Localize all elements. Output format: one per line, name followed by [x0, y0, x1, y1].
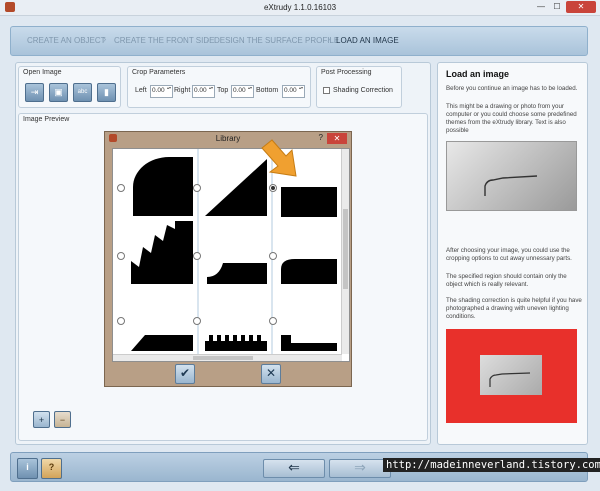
shape-sawtooth[interactable] — [127, 221, 195, 285]
library-radio-4[interactable] — [117, 252, 125, 260]
library-help-button[interactable]: ? — [319, 133, 323, 142]
window-titlebar: eXtrudy 1.1.0.16103 — ☐ ✕ — [0, 0, 600, 16]
open-image-button[interactable]: ▣ — [49, 83, 68, 102]
window-title: eXtrudy 1.1.0.16103 — [263, 3, 337, 12]
minimize-button[interactable]: — — [534, 1, 548, 13]
scroll-thumb[interactable] — [193, 356, 253, 360]
text-abc-icon: abc — [77, 89, 88, 95]
scroll-thumb[interactable] — [343, 209, 348, 289]
library-radio-6[interactable] — [269, 252, 277, 260]
shading-correction-label: Shading Correction — [333, 87, 393, 94]
help-text-3: After choosing your image, you could use… — [446, 247, 572, 262]
library-radio-7[interactable] — [117, 317, 125, 325]
maximize-button[interactable]: ☐ — [550, 1, 564, 13]
shape-quarter-circle[interactable] — [127, 153, 195, 217]
post-processing-title: Post Processing — [321, 69, 372, 76]
step-design-surface-profile[interactable]: DESIGN THE SURFACE PROFILE — [214, 36, 339, 45]
help-text-2: This might be a drawing or photo from yo… — [446, 103, 577, 134]
library-close-button[interactable]: ✕ — [327, 133, 347, 144]
library-button[interactable]: ▮ — [97, 83, 116, 102]
crop-right-label: Right — [174, 87, 191, 94]
step-load-image[interactable]: LOAD AN IMAGE — [336, 36, 399, 45]
library-radio-8[interactable] — [193, 317, 201, 325]
open-image-group: Open Image ⇥ ▣ abc ▮ — [18, 66, 121, 108]
crop-title: Crop Parameters — [132, 69, 186, 76]
help-button[interactable]: ? — [41, 458, 62, 479]
help-text-1: Before you continue an image has to be l… — [446, 85, 578, 92]
crop-bottom-label: Bottom — [256, 87, 279, 94]
text-button[interactable]: abc — [73, 83, 92, 102]
library-dialog: Library ? ✕ ✔ ✕ — [104, 131, 352, 387]
shape-fillet-low[interactable] — [203, 221, 269, 285]
help-title: Load an image — [446, 69, 510, 79]
library-grid — [112, 148, 350, 362]
cropped-region — [480, 355, 542, 395]
help-example-cropped — [446, 329, 577, 423]
library-title: Library — [215, 134, 241, 143]
library-radio-9[interactable] — [269, 317, 277, 325]
crop-parameters-group: Crop Parameters Left 0.00 Right 0.00 Top… — [127, 66, 311, 108]
step-create-front-side[interactable]: CREATE THE FRONT SIDE — [114, 36, 214, 45]
arrow-right-icon: ⇒ — [354, 459, 366, 475]
next-button[interactable]: ⇒ — [329, 459, 391, 478]
crop-right-input[interactable]: 0.00 — [192, 85, 215, 98]
library-ok-button[interactable]: ✔ — [175, 364, 195, 384]
crop-top-label: Top — [217, 87, 229, 94]
close-window-button[interactable]: ✕ — [566, 1, 596, 13]
crop-bottom-input[interactable]: 0.00 — [282, 85, 305, 98]
library-radio-1[interactable] — [117, 184, 125, 192]
shape-rounded-corner[interactable] — [279, 221, 339, 285]
shape-step[interactable] — [279, 291, 339, 353]
help-text-5: The shading correction is quite helpful … — [446, 297, 582, 320]
zoom-out-button[interactable]: − — [54, 411, 71, 428]
watermark-url: http://madeinneverland.tistory.com — [383, 458, 600, 472]
info-icon: i — [26, 462, 29, 472]
crop-left-input[interactable]: 0.00 — [150, 85, 173, 98]
library-radio-5[interactable] — [193, 252, 201, 260]
info-button[interactable]: i — [17, 458, 38, 479]
step-create-object[interactable]: CREATE AN OBJECT — [27, 36, 106, 45]
open-file-icon: ⇥ — [30, 87, 39, 97]
drawing-sketch-icon — [489, 372, 531, 387]
arrow-left-icon: ⇐ — [288, 459, 300, 475]
back-button[interactable]: ⇐ — [263, 459, 325, 478]
zoom-out-icon: − — [59, 415, 66, 425]
library-horizontal-scrollbar[interactable] — [113, 354, 342, 361]
bookmark-library-icon: ▮ — [104, 87, 109, 97]
wizard-breadcrumb: CREATE AN OBJECT › CREATE THE FRONT SIDE… — [10, 26, 588, 56]
drawing-sketch-icon — [484, 175, 538, 196]
image-preview-title: Image Preview — [23, 116, 70, 123]
highlight-arrow-icon — [261, 139, 297, 177]
library-cancel-button[interactable]: ✕ — [261, 364, 281, 384]
help-panel: Load an image Before you continue an ima… — [437, 62, 588, 445]
help-example-photo — [446, 141, 577, 211]
crop-left-label: Left — [135, 87, 147, 94]
image-icon: ▣ — [54, 87, 63, 97]
shape-chamfer[interactable] — [127, 291, 195, 353]
shading-correction-checkbox[interactable] — [323, 87, 330, 94]
post-processing-group: Post Processing Shading Correction — [316, 66, 402, 108]
library-radio-2[interactable] — [193, 184, 201, 192]
open-file-button[interactable]: ⇥ — [25, 83, 44, 102]
breadcrumb-separator: › — [327, 34, 331, 45]
open-image-title: Open Image — [23, 69, 62, 76]
crop-top-input[interactable]: 0.00 — [231, 85, 254, 98]
help-icon: ? — [48, 462, 55, 472]
zoom-in-icon: + — [38, 415, 45, 425]
help-text-4: The specified region should contain only… — [446, 273, 567, 288]
library-vertical-scrollbar[interactable] — [341, 149, 349, 354]
breadcrumb-separator: › — [103, 34, 107, 45]
library-radio-3[interactable] — [269, 184, 277, 192]
breadcrumb-separator: › — [206, 34, 210, 45]
zoom-in-button[interactable]: + — [33, 411, 50, 428]
shape-comb[interactable] — [203, 291, 269, 353]
